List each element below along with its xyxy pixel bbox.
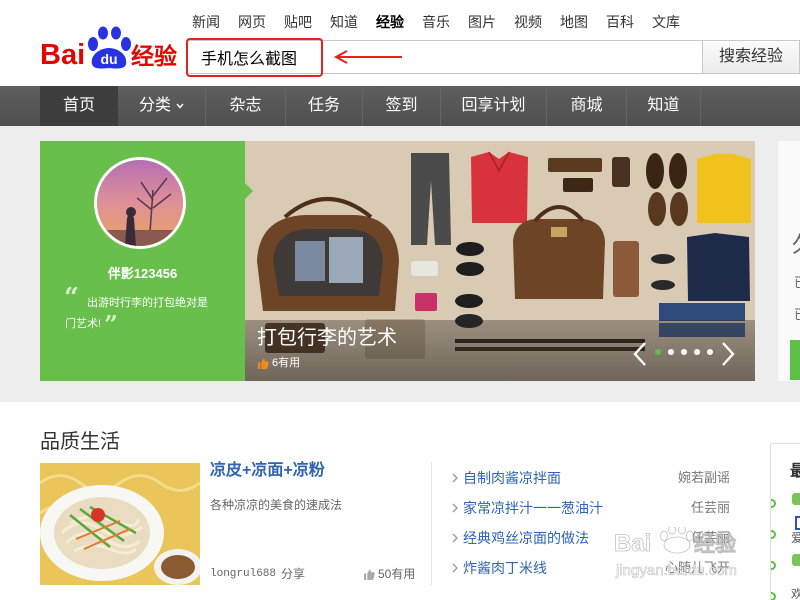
banner-likes: 6有用 [258, 356, 300, 370]
top-nav-web[interactable]: 网页 [238, 13, 266, 31]
list-item-title[interactable]: 自制肉酱凉拌面 [463, 469, 561, 487]
thumb-up-icon [258, 358, 269, 369]
logo-jingyan-text: 经验 [131, 43, 177, 69]
feature-share-label: 分享 [281, 567, 306, 581]
feature-likes-count: 50有用 [378, 567, 416, 581]
banner-username[interactable]: 伴影123456 [40, 263, 245, 282]
slide-dot-1[interactable] [655, 349, 661, 355]
nav-tasks[interactable]: 任务 [285, 86, 362, 126]
rank-square-icon [795, 516, 800, 530]
list-item-title[interactable]: 炸酱肉丁米线 [463, 559, 547, 577]
chevron-left-icon[interactable] [632, 341, 648, 367]
rank-badge-icon [792, 554, 800, 566]
feature-description: 各种凉凉的美食的速成法 [210, 498, 343, 512]
chevron-right-small-icon [452, 473, 458, 483]
top-nav-baike[interactable]: 百科 [606, 13, 634, 31]
main-nav: 首页 分类 杂志 任务 签到 回享计划 商城 知道 [0, 86, 800, 126]
timeline-dot [771, 561, 776, 570]
featured-banner[interactable]: 伴影123456 “ 出游时行李的打包绝对是门艺术!” 打包行李的艺术 6有用 [40, 141, 755, 381]
banner-author-panel: 伴影123456 “ 出游时行李的打包绝对是门艺术!” [40, 141, 245, 381]
list-item-author[interactable]: 婉若副谣 [678, 470, 730, 486]
list-item[interactable]: 自制肉酱凉拌面 婉若副谣 [450, 469, 732, 487]
timeline-dot [771, 499, 776, 508]
top-nav: 新闻 网页 贴吧 知道 经验 音乐 图片 视频 地图 百科 文库 [192, 13, 698, 31]
top-nav-map[interactable]: 地图 [560, 13, 588, 31]
baidu-jingyan-logo[interactable]: Bai du 经验 [40, 24, 180, 71]
slide-dot-2[interactable] [668, 349, 674, 355]
ranking-item-text-2[interactable]: 欢 [791, 587, 800, 600]
section-title: 品质生活 [40, 431, 120, 453]
side-panel-button[interactable] [790, 340, 800, 380]
quote-close-icon: ” [104, 310, 118, 339]
chevron-right-small-icon [452, 503, 458, 513]
search-button[interactable]: 搜索经验 [702, 40, 800, 74]
nav-checkin[interactable]: 签到 [362, 86, 440, 126]
nav-magazine[interactable]: 杂志 [205, 86, 285, 126]
top-nav-wenku[interactable]: 文库 [652, 13, 680, 31]
top-nav-tieba[interactable]: 贴吧 [284, 13, 312, 31]
slide-dot-3[interactable] [681, 349, 687, 355]
list-item-author[interactable]: 任芸丽 [691, 530, 730, 546]
side-panel-line-2: 已 [794, 307, 800, 323]
top-nav-news[interactable]: 新闻 [192, 13, 220, 31]
feature-title-link[interactable]: 凉皮+凉面+凉粉 [210, 460, 325, 482]
thumb-up-icon [364, 569, 375, 580]
side-panel-line-1: 已 [794, 275, 800, 291]
top-nav-jingyan[interactable]: 经验 [376, 13, 404, 31]
banner-likes-count: 6有用 [272, 357, 301, 369]
user-side-panel: 久 已 已 [778, 141, 800, 381]
list-item-title[interactable]: 经典鸡丝凉面的做法 [463, 529, 589, 547]
avatar[interactable] [94, 157, 186, 249]
list-item-author[interactable]: 任芸丽 [691, 500, 730, 516]
nav-mall[interactable]: 商城 [546, 86, 626, 126]
logo-du-text: du [100, 51, 117, 67]
timeline-dot [771, 592, 776, 600]
nav-zhidao[interactable]: 知道 [626, 86, 701, 126]
ranking-side-panel: 最 爱 欢 [770, 443, 800, 600]
slide-dot-5[interactable] [707, 349, 713, 355]
nav-share-plan[interactable]: 回享计划 [440, 86, 546, 126]
chevron-right-small-icon [452, 563, 458, 573]
banner-quote: 出游时行李的打包绝对是门艺术!” [65, 293, 217, 337]
list-item-author[interactable]: 心随儿飞开 [665, 560, 730, 576]
list-item[interactable]: 经典鸡丝凉面的做法 任芸丽 [450, 529, 732, 547]
top-nav-zhidao[interactable]: 知道 [330, 13, 358, 31]
feature-likes[interactable]: 50有用 [364, 566, 415, 582]
list-item[interactable]: 炸酱肉丁米线 心随儿飞开 [450, 559, 732, 577]
slide-dot-4[interactable] [694, 349, 700, 355]
top-nav-music[interactable]: 音乐 [422, 13, 450, 31]
arrow-left-icon [333, 50, 402, 64]
section-divider [431, 462, 432, 585]
list-item-title[interactable]: 家常凉拌汁一一葱油汁 [463, 499, 603, 517]
chevron-right-icon[interactable] [720, 341, 736, 367]
nav-home[interactable]: 首页 [40, 86, 118, 126]
slide-dots [655, 349, 713, 355]
rank-badge-icon [792, 493, 800, 505]
feature-image-noodles[interactable] [40, 463, 200, 585]
nav-category[interactable]: 分类 [118, 86, 205, 126]
side-panel-heading: 久 [792, 233, 800, 257]
list-item[interactable]: 家常凉拌汁一一葱油汁 任芸丽 [450, 499, 732, 517]
panel-pointer [245, 183, 253, 199]
ranking-panel-heading: 最 [790, 463, 800, 481]
chevron-down-icon [176, 103, 184, 109]
feature-author-link[interactable]: longrul688 [210, 567, 276, 581]
timeline-dot [771, 530, 776, 539]
banner-title[interactable]: 打包行李的艺术 [257, 325, 397, 351]
ranking-item-text-1[interactable]: 爱 [791, 531, 800, 545]
annotation-highlight-box [186, 38, 323, 77]
top-nav-video[interactable]: 视频 [514, 13, 542, 31]
banner-quote-text: 出游时行李的打包绝对是门艺术! [65, 297, 208, 330]
chevron-right-small-icon [452, 533, 458, 543]
top-nav-images[interactable]: 图片 [468, 13, 496, 31]
logo-bai-text: Bai [40, 39, 85, 70]
paw-icon: du [88, 26, 131, 69]
nav-category-label: 分类 [138, 97, 171, 114]
